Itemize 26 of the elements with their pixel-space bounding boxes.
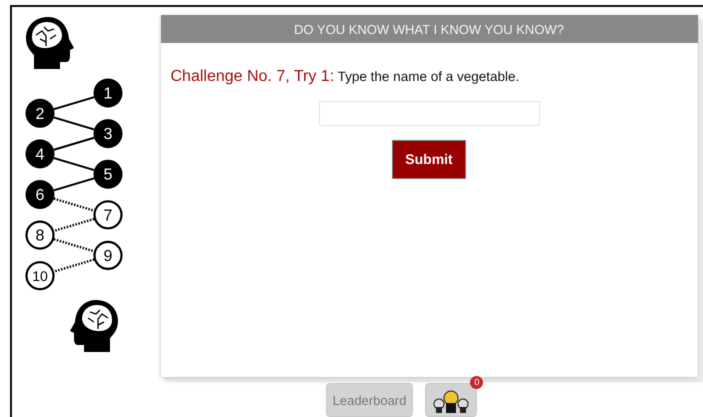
step-node: 1 bbox=[94, 78, 122, 108]
connector-line bbox=[54, 136, 94, 151]
step-node: 8 bbox=[25, 220, 55, 250]
step-node: 6 bbox=[26, 180, 54, 209]
card-title: DO YOU KNOW WHAT I KNOW YOU KNOW? bbox=[160, 15, 698, 43]
connector-line bbox=[54, 116, 94, 130]
answer-field[interactable] bbox=[318, 101, 540, 126]
step-node: 4 bbox=[26, 139, 54, 168]
connector-line bbox=[54, 238, 94, 252]
submit-button[interactable]: Submit bbox=[392, 140, 466, 179]
step-node: 7 bbox=[93, 200, 123, 230]
step-node: 3 bbox=[94, 119, 122, 148]
head-icon bbox=[70, 300, 118, 352]
connector-line bbox=[54, 218, 94, 232]
challenge-prompt: Challenge No. 7, Try 1: Type the name of a vegetable. bbox=[170, 67, 520, 87]
step-node: 2 bbox=[26, 98, 54, 128]
step-node: 9 bbox=[93, 240, 123, 270]
step-node: 10 bbox=[25, 261, 55, 290]
connector-line bbox=[54, 157, 94, 171]
head-icon bbox=[26, 17, 74, 69]
step-node: 5 bbox=[94, 160, 122, 189]
connector-line bbox=[54, 177, 94, 192]
heads-icon bbox=[431, 390, 472, 414]
connector-line bbox=[54, 96, 94, 110]
connector-line bbox=[54, 258, 94, 273]
connector-line bbox=[54, 198, 94, 212]
